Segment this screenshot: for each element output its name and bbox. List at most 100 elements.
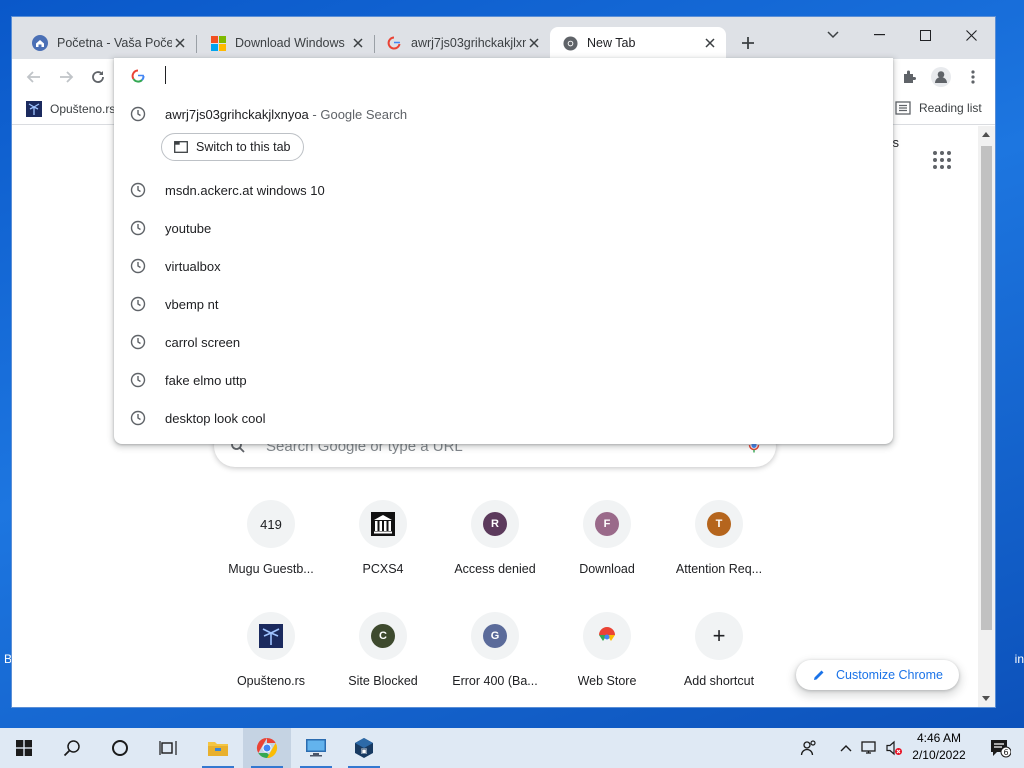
bookmark-opusteno[interactable]: Opušteno.rs (26, 101, 115, 117)
task-view-button[interactable] (144, 728, 192, 768)
shortcut-tile[interactable]: PCXS4 (327, 500, 439, 612)
volume-button[interactable] (882, 728, 906, 768)
shortcut-tile[interactable]: T Attention Req... (663, 500, 775, 612)
reload-button[interactable] (86, 65, 110, 89)
scroll-up-icon[interactable] (982, 132, 990, 137)
suggestion-row[interactable]: virtualbox (114, 247, 893, 285)
letter-avatar: C (371, 624, 395, 648)
letter-avatar: F (595, 512, 619, 536)
menu-button[interactable] (961, 65, 985, 89)
profile-button[interactable] (929, 65, 953, 89)
shortcut-icon: 419 (247, 500, 295, 548)
text-caret (165, 66, 166, 84)
network-icon (861, 741, 876, 754)
task-view-icon (159, 741, 177, 755)
page-scrollbar[interactable] (978, 126, 995, 707)
suggestion-text: youtube (165, 220, 212, 236)
scroll-down-icon[interactable] (982, 696, 990, 701)
close-icon[interactable] (172, 35, 188, 51)
chevron-up-icon (840, 745, 852, 752)
switch-to-tab-button[interactable]: Switch to this tab (161, 133, 304, 161)
forward-button[interactable] (54, 65, 78, 89)
suggestion-row[interactable]: youtube (114, 209, 893, 247)
suggestion-text: fake elmo uttp (165, 372, 247, 388)
suggestion-row[interactable]: vbemp nt (114, 285, 893, 323)
tab-google-search[interactable]: awrj7js03grihckakjlxnyoa (374, 27, 550, 59)
clock-date: 2/10/2022 (912, 748, 966, 762)
action-center-button[interactable]: 6 (976, 728, 1024, 768)
notification-icon: 6 (991, 740, 1011, 758)
address-bar[interactable] (114, 58, 893, 94)
start-button[interactable] (0, 728, 48, 768)
close-icon[interactable] (350, 35, 366, 51)
customize-chrome-button[interactable]: Customize Chrome (796, 660, 959, 690)
history-clock-icon (130, 410, 146, 429)
tab-search-button[interactable] (810, 21, 856, 49)
shortcut-tile[interactable]: F Download (551, 500, 663, 612)
shortcut-icon: C (359, 612, 407, 660)
maximize-button[interactable] (902, 21, 948, 49)
shortcut-tile[interactable]: R Access denied (439, 500, 551, 612)
back-button[interactable] (22, 65, 46, 89)
letter-avatar: G (483, 624, 507, 648)
scroll-thumb[interactable] (981, 146, 992, 630)
network-button[interactable] (858, 728, 882, 768)
web-store-icon (583, 612, 631, 660)
file-explorer-button[interactable] (194, 728, 242, 768)
history-clock-icon (130, 182, 146, 201)
chrome-taskbar-button[interactable] (243, 728, 291, 768)
shortcut-label: Add shortcut (683, 674, 755, 688)
shortcut-icon: G (471, 612, 519, 660)
tab-download-windows[interactable]: Download Windows (198, 27, 374, 59)
plus-icon: + (695, 612, 743, 660)
search-button[interactable] (48, 728, 96, 768)
show-hidden-icons-button[interactable] (834, 728, 858, 768)
close-icon[interactable] (702, 35, 718, 51)
shortcut-tile[interactable]: G Error 400 (Ba... (439, 612, 551, 724)
shortcut-tile[interactable]: 419 Mugu Guestb... (215, 500, 327, 612)
close-icon[interactable] (526, 35, 542, 51)
tab-title: Početna - Vaša Početna (57, 36, 172, 50)
virtualbox-button[interactable]: ▣ (340, 728, 388, 768)
letter-avatar: R (483, 512, 507, 536)
people-button[interactable] (788, 728, 830, 768)
minimize-button[interactable] (856, 21, 902, 49)
people-icon (800, 740, 816, 756)
desktop-label-right: in (1014, 652, 1024, 666)
history-clock-icon (130, 106, 146, 125)
shortcut-label: Opušteno.rs (236, 674, 306, 688)
notification-count: 6 (1003, 748, 1008, 757)
close-window-button[interactable] (948, 21, 994, 49)
shortcut-tile[interactable]: Opušteno.rs (215, 612, 327, 724)
svg-text:▣: ▣ (361, 747, 368, 755)
tab-title: New Tab (587, 36, 636, 50)
extensions-button[interactable] (897, 65, 921, 89)
suggestion-row[interactable]: desktop look cool (114, 399, 893, 437)
volume-muted-icon (886, 740, 902, 756)
search-icon (63, 740, 80, 757)
suggestion-row[interactable]: awrj7js03grihckakjlxnyoa - Google Search (114, 95, 893, 133)
reading-list-button[interactable]: Reading list (895, 101, 982, 115)
suggestion-text: vbemp nt (165, 296, 219, 312)
shortcut-label: Download (579, 562, 635, 576)
tab-title: Download Windows (235, 36, 345, 50)
shortcut-tile[interactable]: C Site Blocked (327, 612, 439, 724)
shortcut-tile[interactable]: Web Store (551, 612, 663, 724)
shortcut-label: Attention Req... (675, 562, 763, 576)
tab-pocetna[interactable]: Početna - Vaša Početna (20, 27, 196, 59)
new-tab-button[interactable] (736, 31, 760, 55)
suggestion-row[interactable]: carrol screen (114, 323, 893, 361)
shortcut-label: Error 400 (Ba... (452, 674, 538, 688)
cortana-button[interactable] (96, 728, 144, 768)
remote-desktop-button[interactable] (292, 728, 340, 768)
shortcut-label: Mugu Guestb... (228, 562, 314, 576)
tab-new-tab[interactable]: New Tab (550, 27, 726, 59)
microsoft-logo-icon (210, 35, 226, 51)
suggestion-row[interactable]: msdn.ackerc.at windows 10 (114, 171, 893, 209)
monitor-icon (306, 739, 326, 757)
google-apps-icon[interactable] (933, 151, 951, 169)
add-shortcut-tile[interactable]: + Add shortcut (663, 612, 775, 724)
suggestion-row[interactable]: fake elmo uttp (114, 361, 893, 399)
shortcut-label: Access denied (454, 562, 536, 576)
system-clock[interactable]: 4:46 AM 2/10/2022 (904, 730, 974, 764)
